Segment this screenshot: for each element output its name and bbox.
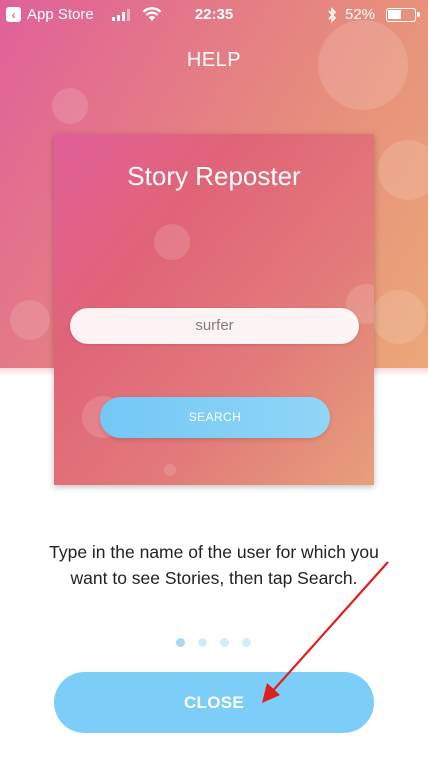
bokeh-circle xyxy=(52,88,88,124)
close-button[interactable]: CLOSE xyxy=(54,672,374,733)
page-dot xyxy=(220,638,229,647)
page-title: HELP xyxy=(186,49,242,71)
page-dot xyxy=(242,638,251,647)
battery-percent: 52% xyxy=(345,6,376,23)
instructions-text: Type in the name of the user for which y… xyxy=(49,542,379,588)
battery-fill xyxy=(388,10,401,19)
page-dot xyxy=(198,638,207,647)
page-indicator xyxy=(176,638,251,647)
wifi-icon xyxy=(142,7,162,21)
preview-screenshot: Story Reposter surfer SEARCH xyxy=(54,134,374,485)
status-bar: ‹ App Store 22:35 52% xyxy=(0,0,428,30)
preview-app-title: Story Reposter xyxy=(127,161,301,191)
page-dot xyxy=(176,638,185,647)
back-to-app-label[interactable]: App Store xyxy=(27,6,94,23)
bluetooth-icon xyxy=(328,7,337,23)
preview-search-input: surfer xyxy=(70,308,359,344)
bokeh-circle xyxy=(154,224,190,260)
battery-icon xyxy=(386,8,420,22)
signal-icon xyxy=(112,9,130,21)
bokeh-circle xyxy=(164,464,176,476)
bokeh-circle xyxy=(378,140,428,200)
bokeh-circle xyxy=(372,290,426,344)
back-chevron-icon[interactable]: ‹ xyxy=(6,7,21,22)
preview-search-button: SEARCH xyxy=(100,397,330,438)
bokeh-circle xyxy=(10,300,50,340)
